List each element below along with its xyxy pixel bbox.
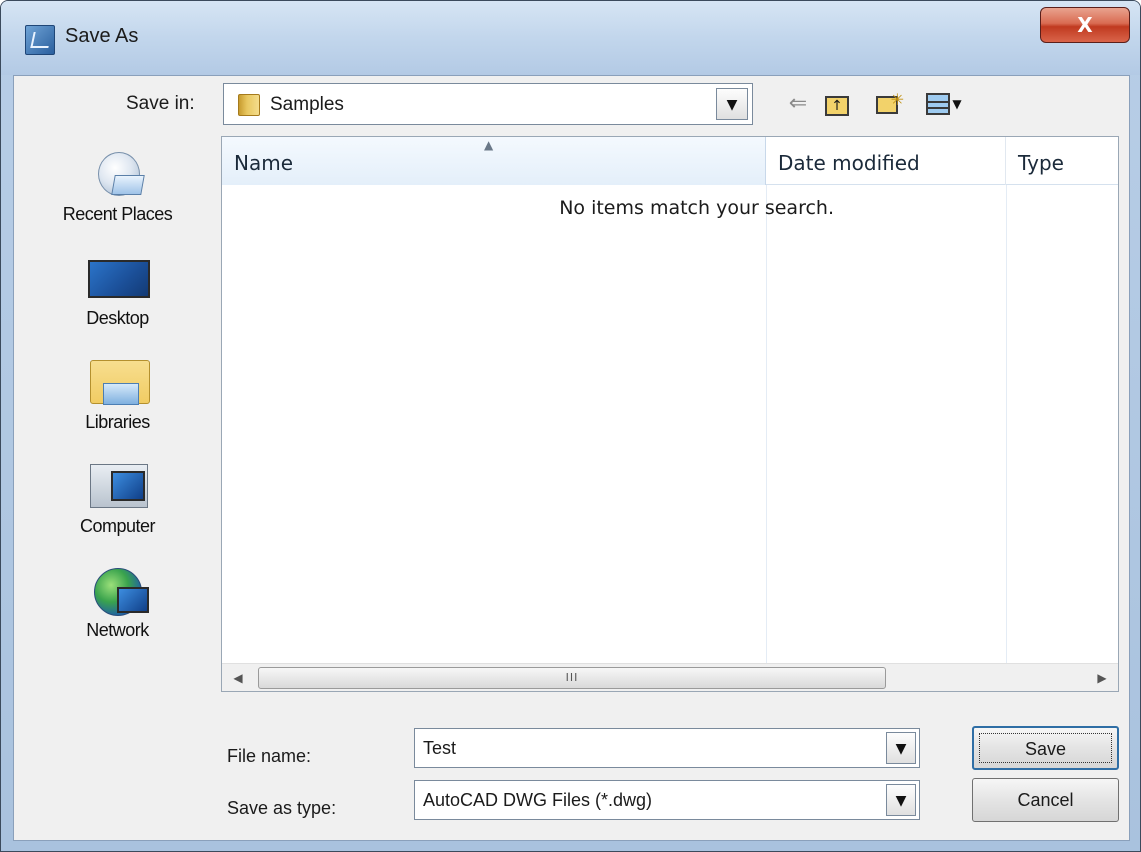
save-as-type-label: Save as type: — [227, 798, 337, 818]
file-list[interactable]: ▲ Name Date modified Type No items match… — [221, 136, 1119, 692]
save-as-dialog: Save As X Save in: Samples ▼ ⇐ ↑ ✳ ▼ Rec… — [0, 0, 1141, 852]
save-as-type-select[interactable]: AutoCAD DWG Files (*.dwg) ▼ — [414, 780, 920, 820]
place-desktop[interactable]: Desktop — [14, 246, 221, 350]
save-button[interactable]: Save — [972, 726, 1119, 770]
column-divider — [766, 185, 767, 671]
place-network[interactable]: Network — [14, 558, 221, 662]
column-header-type[interactable]: Type — [1006, 137, 1120, 185]
file-name-label: File name: — [227, 746, 312, 766]
places-bar: Recent Places Desktop Libraries Computer… — [14, 136, 221, 692]
sort-ascending-icon: ▲ — [484, 138, 494, 152]
scroll-left-arrow-icon[interactable]: ◀ — [228, 668, 248, 688]
column-header-date-modified[interactable]: Date modified — [766, 137, 1006, 185]
place-label: Desktop — [86, 308, 149, 328]
place-libraries[interactable]: Libraries — [14, 350, 221, 454]
place-label: Libraries — [85, 412, 150, 432]
network-icon — [94, 568, 149, 616]
app-icon — [25, 25, 55, 55]
column-header-name[interactable]: ▲ Name — [222, 137, 766, 185]
column-divider — [1006, 185, 1007, 671]
file-name-field[interactable]: Test ▼ — [414, 728, 920, 768]
folder-icon — [238, 94, 260, 116]
title-bar[interactable]: Save As X — [1, 1, 1140, 75]
save-in-combo[interactable]: Samples ▼ — [223, 83, 753, 125]
window-title: Save As — [65, 25, 139, 47]
close-button[interactable]: X — [1040, 7, 1130, 43]
views-menu-icon[interactable]: ▼ — [918, 90, 970, 118]
place-recent-places[interactable]: Recent Places — [14, 142, 221, 246]
empty-message: No items match your search. — [222, 197, 834, 219]
column-label: Name — [234, 151, 294, 175]
place-label: Network — [86, 620, 149, 640]
desktop-icon — [88, 260, 150, 298]
save-as-type-value: AutoCAD DWG Files (*.dwg) — [423, 790, 653, 810]
column-headers: ▲ Name Date modified Type — [222, 137, 1118, 185]
cancel-button[interactable]: Cancel — [972, 778, 1119, 822]
scroll-thumb[interactable]: III — [258, 667, 886, 689]
save-button-label: Save — [1024, 739, 1067, 759]
back-icon[interactable]: ⇐ — [786, 90, 810, 118]
save-in-dropdown-arrow[interactable]: ▼ — [716, 88, 748, 120]
computer-icon — [90, 464, 148, 508]
empty-message-text: No items match your search. — [559, 197, 834, 219]
place-label: Computer — [79, 516, 156, 536]
up-folder-icon[interactable]: ↑ — [824, 90, 850, 118]
scroll-right-arrow-icon[interactable]: ▶ — [1092, 668, 1112, 688]
new-folder-icon[interactable]: ✳ — [870, 90, 904, 118]
save-as-type-dropdown-arrow[interactable]: ▼ — [886, 784, 916, 816]
horizontal-scrollbar[interactable]: ◀ III ▶ — [222, 663, 1118, 691]
save-in-value: Samples — [270, 94, 344, 115]
file-name-value[interactable]: Test — [423, 738, 456, 759]
file-name-dropdown-arrow[interactable]: ▼ — [886, 732, 916, 764]
dialog-body: Save in: Samples ▼ ⇐ ↑ ✳ ▼ Recent Places… — [13, 75, 1130, 841]
libraries-icon — [90, 360, 150, 405]
save-in-label: Save in: — [126, 93, 195, 114]
recent-places-icon — [98, 152, 140, 196]
place-label: Recent Places — [62, 204, 173, 224]
place-computer[interactable]: Computer — [14, 454, 221, 558]
